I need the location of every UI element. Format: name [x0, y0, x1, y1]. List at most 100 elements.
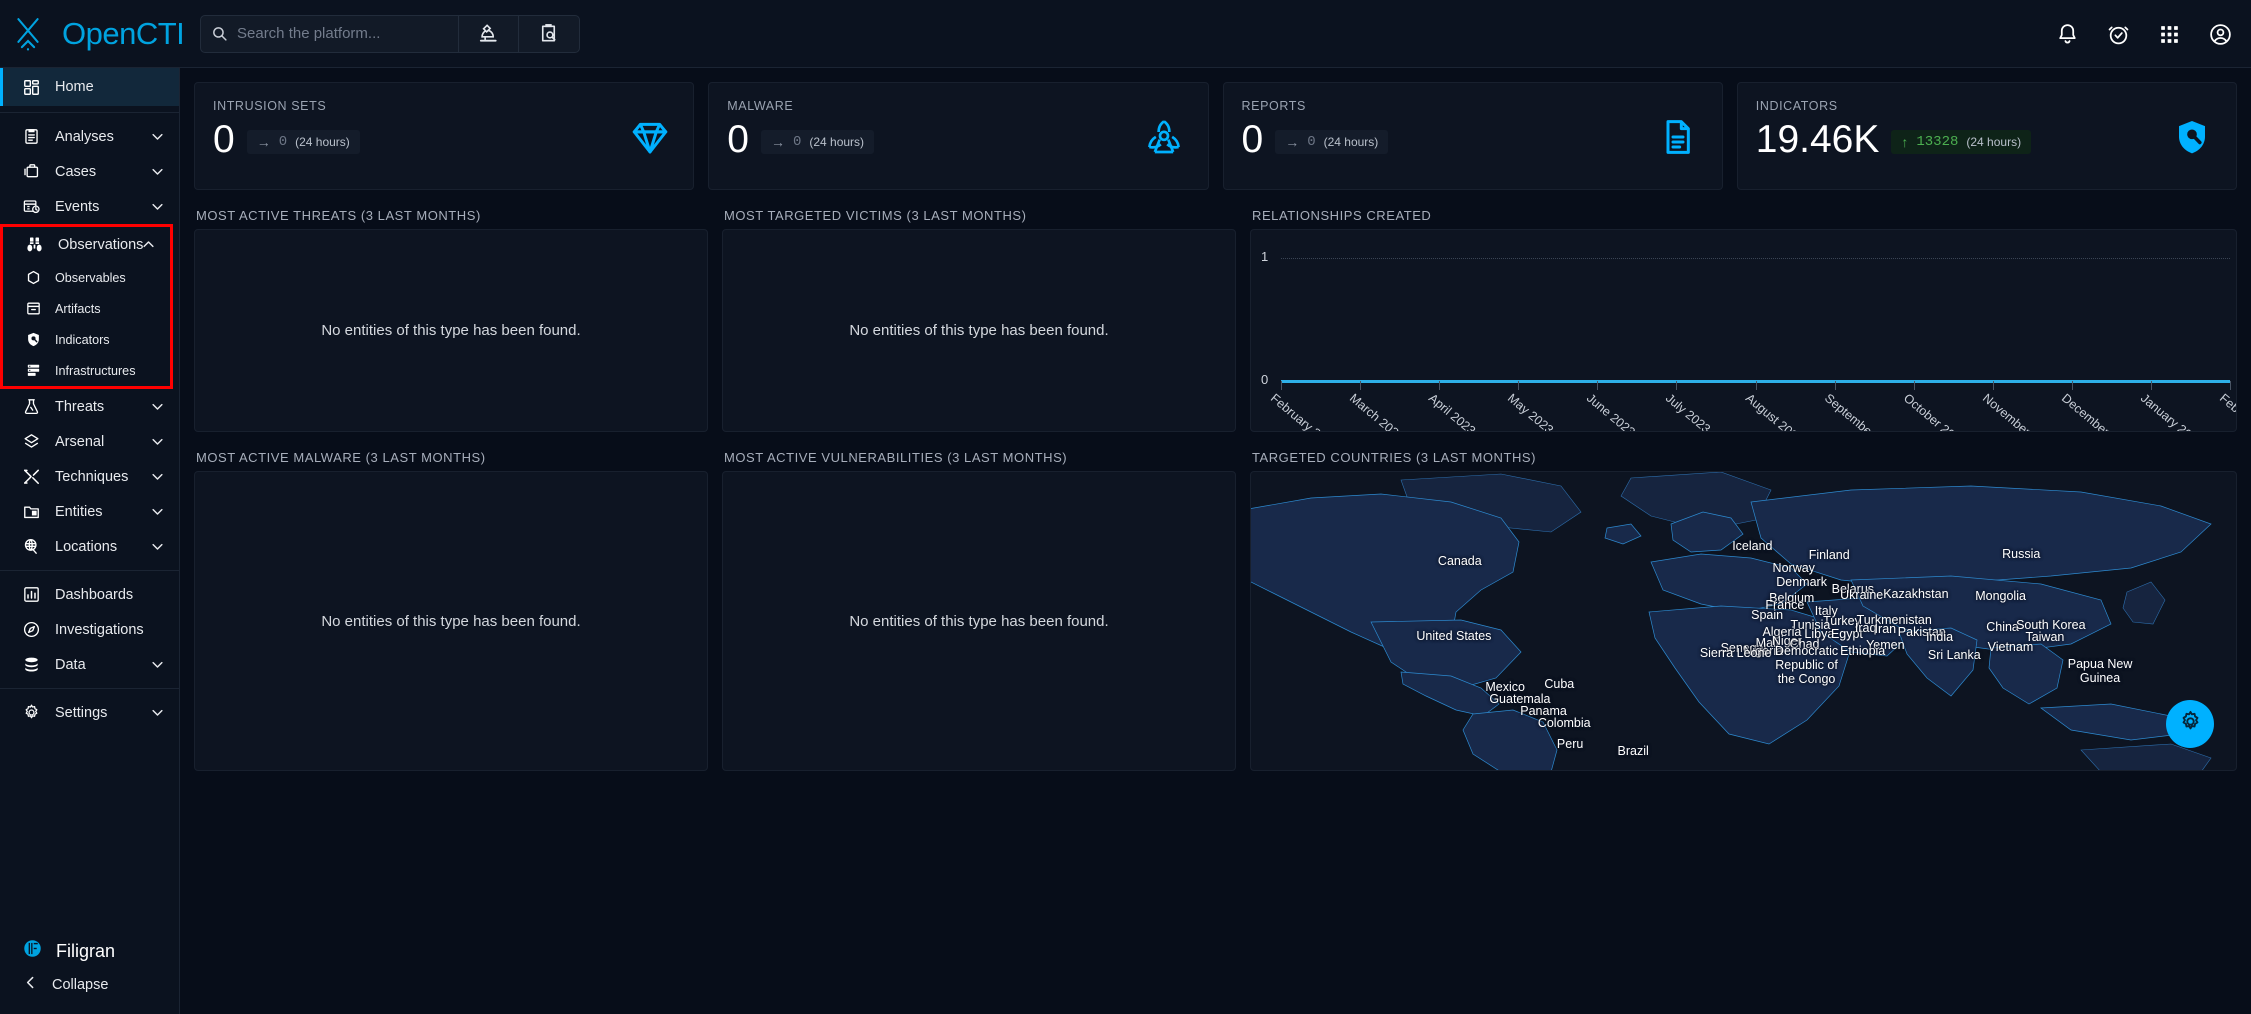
database-icon — [22, 655, 41, 674]
archive-box-icon — [25, 300, 42, 317]
sidebar-item-locations[interactable]: Locations — [0, 529, 179, 564]
stat-badge: ↑ 13328 (24 hours) — [1891, 130, 2032, 154]
map-country-label: Finland — [1808, 548, 1850, 563]
sidebar-item-data[interactable]: Data — [0, 647, 179, 682]
map-country-label: Colombia — [1537, 715, 1591, 730]
apps-grid-icon[interactable] — [2157, 22, 2182, 47]
sidebar-item-label: Dashboards — [55, 586, 134, 603]
hexagon-icon — [25, 269, 42, 286]
chevron-down-icon — [150, 164, 165, 179]
account-circle-icon[interactable] — [2208, 22, 2233, 47]
map-country-label: Ukraine — [1840, 587, 1884, 602]
map-country-label: Papua New Guinea — [2067, 656, 2133, 685]
sidebar-item-investigations[interactable]: Investigations — [0, 612, 179, 647]
sidebar-collapse-button[interactable]: Collapse — [0, 968, 179, 1002]
gear-icon — [22, 703, 41, 722]
sidebar-item-label: Cases — [55, 163, 97, 180]
sidebar-item-artifacts[interactable]: Artifacts — [3, 293, 170, 324]
sidebar-item-label: Infrastructures — [55, 363, 136, 378]
stat-row: 0 → 0 (24 hours) — [1242, 117, 1704, 163]
sidebar-divider-1 — [0, 112, 179, 113]
sidebar-item-label: Investigations — [55, 621, 144, 638]
x-axis-tick — [1913, 381, 1915, 390]
biohazard-icon — [1144, 117, 1186, 159]
sidebar-item-threats[interactable]: Threats — [0, 389, 179, 424]
sidebar-item-dashboards[interactable]: Dashboards — [0, 577, 179, 612]
panel-body: No entities of this type has been found. — [722, 229, 1236, 432]
sidebar-item-analyses[interactable]: Analyses — [0, 119, 179, 154]
x-axis-tick — [1518, 381, 1520, 390]
dashboard-row-2: MOST ACTIVE MALWARE (3 LAST MONTHS) No e… — [194, 432, 2237, 771]
sidebar-item-infrastructures[interactable]: Infrastructures — [3, 355, 170, 386]
search-bar[interactable] — [200, 14, 580, 53]
stat-period: (24 hours) — [1323, 135, 1379, 149]
panel-body: No entities of this type has been found. — [722, 471, 1236, 771]
filigran-brand[interactable]: Filigran — [0, 934, 179, 968]
map-country-label: Ethiopia — [1840, 644, 1886, 659]
globe-pin-icon — [22, 537, 41, 556]
arrow-right-icon: → — [770, 134, 785, 150]
chevron-down-icon — [150, 657, 165, 672]
sidebar-item-cases[interactable]: Cases — [0, 154, 179, 189]
sidebar-item-label: Analyses — [55, 128, 114, 145]
stat-card-indicators[interactable]: INDICATORS 19.46K ↑ 13328 (24 hours) — [1736, 82, 2237, 190]
sidebar-item-events[interactable]: Events — [0, 189, 179, 224]
sidebar-item-techniques[interactable]: Techniques — [0, 459, 179, 494]
map-country-label: Sri Lanka — [1927, 648, 1981, 663]
chevron-down-icon — [150, 539, 165, 554]
bar-chart-icon — [22, 585, 41, 604]
stat-card-reports[interactable]: REPORTS 0 → 0 (24 hours) — [1222, 82, 1723, 190]
map-country-label: Kazakhstan — [1883, 586, 1949, 601]
sidebar-item-label: Observations — [58, 236, 144, 253]
arrow-right-icon: → — [1285, 134, 1300, 150]
sidebar-item-label: Artifacts — [55, 301, 101, 316]
sidebar-item-label: Data — [55, 656, 86, 673]
sidebar-footer: Filigran Collapse — [0, 934, 179, 1002]
chevron-left-icon — [22, 974, 39, 996]
flask-icon — [22, 397, 41, 416]
x-axis-tick-label: February 2024 — [2217, 391, 2237, 432]
stat-card-intrusion-sets[interactable]: INTRUSION SETS 0 → 0 (24 hours) — [194, 82, 695, 190]
microscope-icon[interactable] — [477, 22, 500, 45]
sidebar-item-observations[interactable]: Observations — [3, 227, 170, 262]
notifications-bell-icon[interactable] — [2055, 22, 2080, 47]
stat-badge: → 0 (24 hours) — [246, 130, 360, 154]
relationships-line-chart[interactable]: 0 1 February 2023 March 2023 April 2023 May 2… — [1250, 229, 2237, 432]
stat-title: MALWARE — [727, 99, 794, 113]
sidebar-item-entities[interactable]: Entities — [0, 494, 179, 529]
map-country-label: Sierra Leone — [1699, 645, 1772, 660]
sidebar: Home Analyses Cases Events Observations … — [0, 68, 180, 1014]
chevron-down-icon — [150, 469, 165, 484]
main-content: INTRUSION SETS 0 → 0 (24 hours) MALWARE … — [180, 68, 2251, 1014]
search-input[interactable] — [237, 25, 449, 42]
empty-state-message: No entities of this type has been found. — [321, 612, 581, 630]
stat-card-malware[interactable]: MALWARE 0 → 0 (24 hours) — [708, 82, 1209, 190]
observations-highlight-box: Observations Observables Artifacts Indic… — [0, 224, 173, 389]
sidebar-item-observables[interactable]: Observables — [3, 262, 170, 293]
stat-diff: 13328 — [1916, 134, 1959, 150]
x-axis-tick-label: March 2023 — [1347, 391, 1407, 432]
map-country-label: Spain — [1751, 608, 1784, 623]
panel-title: MOST ACTIVE MALWARE (3 LAST MONTHS) — [196, 450, 486, 465]
map-graphic: .land { fill:#16243f; stroke:#2d6fae; st… — [1251, 472, 2212, 770]
sidebar-item-arsenal[interactable]: Arsenal — [0, 424, 179, 459]
panel-title: MOST ACTIVE VULNERABILITIES (3 LAST MONT… — [724, 450, 1068, 465]
world-map[interactable]: .land { fill:#16243f; stroke:#2d6fae; st… — [1250, 471, 2237, 771]
brand-logo[interactable]: OpenCTI — [0, 13, 185, 55]
empty-state-message: No entities of this type has been found. — [321, 322, 581, 339]
sidebar-item-indicators[interactable]: Indicators — [3, 324, 170, 355]
map-settings-fab[interactable] — [2166, 700, 2214, 748]
chevron-down-icon — [150, 199, 165, 214]
search-divider-2 — [518, 14, 519, 53]
panel-most-active-threats: MOST ACTIVE THREATS (3 LAST MONTHS) No e… — [194, 190, 708, 432]
sidebar-item-home[interactable]: Home — [0, 68, 179, 106]
x-axis-tick — [1360, 381, 1362, 390]
alarm-clock-icon[interactable] — [2106, 22, 2131, 47]
map-country-label: Iceland — [1732, 539, 1773, 554]
dashboard-row-1: MOST ACTIVE THREATS (3 LAST MONTHS) No e… — [194, 190, 2237, 432]
map-country-label: Denmark — [1776, 574, 1827, 589]
document-icon — [1658, 117, 1700, 159]
map-country-label: Iran — [1874, 621, 1897, 636]
sidebar-item-settings[interactable]: Settings — [0, 695, 179, 730]
clipboard-search-icon[interactable] — [537, 22, 560, 45]
